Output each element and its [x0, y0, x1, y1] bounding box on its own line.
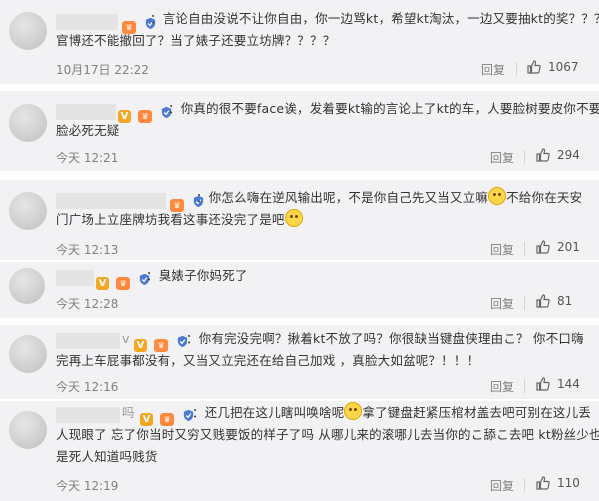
like-count: 110 — [557, 476, 580, 490]
smiley-icon — [284, 209, 303, 227]
avatar[interactable] — [9, 411, 47, 449]
divider — [524, 478, 525, 492]
timestamp: 今天 12:19 — [56, 479, 119, 493]
username[interactable] — [56, 104, 116, 120]
like-button[interactable]: 1067 — [526, 59, 579, 75]
comment-text-part: ：你怎么嗨在逆风输出呢，不是你自己先又当又立嘛 — [196, 190, 489, 205]
username[interactable] — [56, 14, 118, 30]
like-button[interactable]: 110 — [535, 475, 580, 491]
user-badges: V ♛ — [96, 271, 151, 290]
comment-text-part: 拿了键盘赶紧压棺材盖去吧可别在这儿丢 — [362, 405, 592, 420]
divider — [524, 296, 525, 310]
user-badges: V ♛ — [118, 104, 173, 123]
avatar[interactable] — [9, 192, 47, 230]
reply-button[interactable]: 回复 — [490, 477, 514, 494]
comment-text: 官博还不能撤回了？当了婊子还要立坊牌？？？？ — [56, 33, 336, 48]
comment-text: 是死人知道吗贱货 — [56, 449, 158, 464]
divider — [524, 150, 525, 164]
comment-text: ：你有完没完啊？揪着kt不放了吗？你很缺当键盘侠理由こ？ 你不口嗨 — [186, 331, 584, 346]
comment-text: 门广场上立座牌坊我看这事还没完了是吧 — [56, 209, 303, 231]
comment-text: ：还几把在这儿瞎叫唤啥呢 拿了键盘赶紧压棺材盖去吧可别在这儿丢 — [192, 402, 591, 424]
timestamp: 今天 12:13 — [56, 243, 119, 257]
avatar[interactable] — [9, 104, 47, 142]
avatar[interactable] — [9, 268, 45, 304]
like-count: 81 — [557, 294, 573, 308]
comment-card: ♛ ：你怎么嗨在逆风输出呢，不是你自己先又当又立嘛 不给你在天安 门广场上立座牌坊… — [0, 180, 599, 260]
timestamp: 今天 12:28 — [56, 297, 119, 311]
comment-text: ：你真的很不要face诶，发着要kt输的言论上了kt的车，人要脸树要皮你不要 — [168, 101, 599, 116]
timestamp: 今天 12:21 — [56, 151, 119, 165]
level-icon: ♛ — [138, 110, 153, 123]
thumbs-up-icon — [535, 376, 551, 392]
like-button[interactable]: 81 — [535, 293, 572, 309]
like-count: 144 — [557, 377, 580, 391]
reply-button[interactable]: 回复 — [490, 149, 514, 166]
thumbs-up-icon — [535, 147, 551, 163]
divider — [524, 242, 525, 256]
comment-text: 脸必死无疑 — [56, 123, 120, 138]
divider — [524, 379, 525, 393]
username[interactable] — [56, 270, 94, 286]
timestamp: 10月17日 22:22 — [56, 63, 149, 77]
username-tail[interactable]: 吗 — [122, 402, 135, 424]
like-count: 201 — [557, 240, 580, 254]
comment-text: ：言论自由没说不让你自由，你一边骂kt，希望kt淘汰，一边又要抽kt的奖？？？ — [150, 11, 599, 26]
like-button[interactable]: 201 — [535, 239, 580, 255]
comment-card: ♛ ：言论自由没说不让你自由，你一边骂kt，希望kt淘汰，一边又要抽kt的奖？？… — [0, 0, 599, 84]
username[interactable] — [56, 407, 120, 423]
comment-text-part: 不给你在天安 — [506, 190, 583, 205]
avatar[interactable] — [9, 12, 47, 50]
thumbs-up-icon — [535, 293, 551, 309]
vip-icon: V — [96, 277, 109, 290]
like-button[interactable]: 144 — [535, 376, 580, 392]
reply-button[interactable]: 回复 — [490, 378, 514, 395]
comment-text: 完再上车屁事都没有，又当又立完还在给自己加戏 ，真脸大如盆呢？！！！ — [56, 353, 480, 368]
avatar[interactable] — [9, 335, 47, 373]
like-count: 294 — [557, 148, 580, 162]
thumbs-up-icon — [526, 59, 542, 75]
comment-text-part: ：还几把在这儿瞎叫唤啥呢 — [192, 405, 345, 420]
smiley-icon — [488, 187, 507, 205]
thumbs-up-icon — [535, 239, 551, 255]
comment-card: V ♛ ：臭婊子你妈死了 今天 12:28 回复 81 — [0, 262, 599, 318]
comment-card: 吗 V ♛ ：还几把在这儿瞎叫唤啥呢 拿了键盘赶紧压棺材盖去吧可别在这儿丢 人现眼… — [0, 401, 599, 501]
thumbs-up-icon — [535, 475, 551, 491]
level-icon: ♛ — [116, 277, 131, 290]
smiley-icon — [344, 402, 363, 420]
username-tail[interactable]: v — [122, 328, 130, 350]
comment-text: 人现眼了 忘了你当时又穷又贱要饭的样子了吗 从哪儿来的滚哪儿去当你的こ舔こ去吧 … — [56, 427, 599, 442]
timestamp: 今天 12:16 — [56, 380, 119, 394]
comment-text-part: 门广场上立座牌坊我看这事还没完了是吧 — [56, 212, 285, 227]
comment-text: ：你怎么嗨在逆风输出呢，不是你自己先又当又立嘛 不给你在天安 — [196, 187, 582, 209]
reply-button[interactable]: 回复 — [490, 241, 514, 258]
comment-card: V ♛ ：你真的很不要face诶，发着要kt输的言论上了kt的车，人要脸树要皮你… — [0, 91, 599, 171]
username[interactable] — [56, 333, 120, 349]
divider — [516, 62, 517, 76]
reply-button[interactable]: 回复 — [481, 61, 505, 78]
username[interactable] — [56, 193, 166, 209]
comment-text: ：臭婊子你妈死了 — [146, 268, 248, 283]
reply-button[interactable]: 回复 — [490, 295, 514, 312]
vip-icon: V — [118, 110, 131, 123]
comment-card: v V ♛ ：你有完没完啊？揪着kt不放了吗？你很缺当键盘侠理由こ？ 你不口嗨 … — [0, 325, 599, 399]
like-button[interactable]: 294 — [535, 147, 580, 163]
like-count: 1067 — [548, 60, 579, 74]
